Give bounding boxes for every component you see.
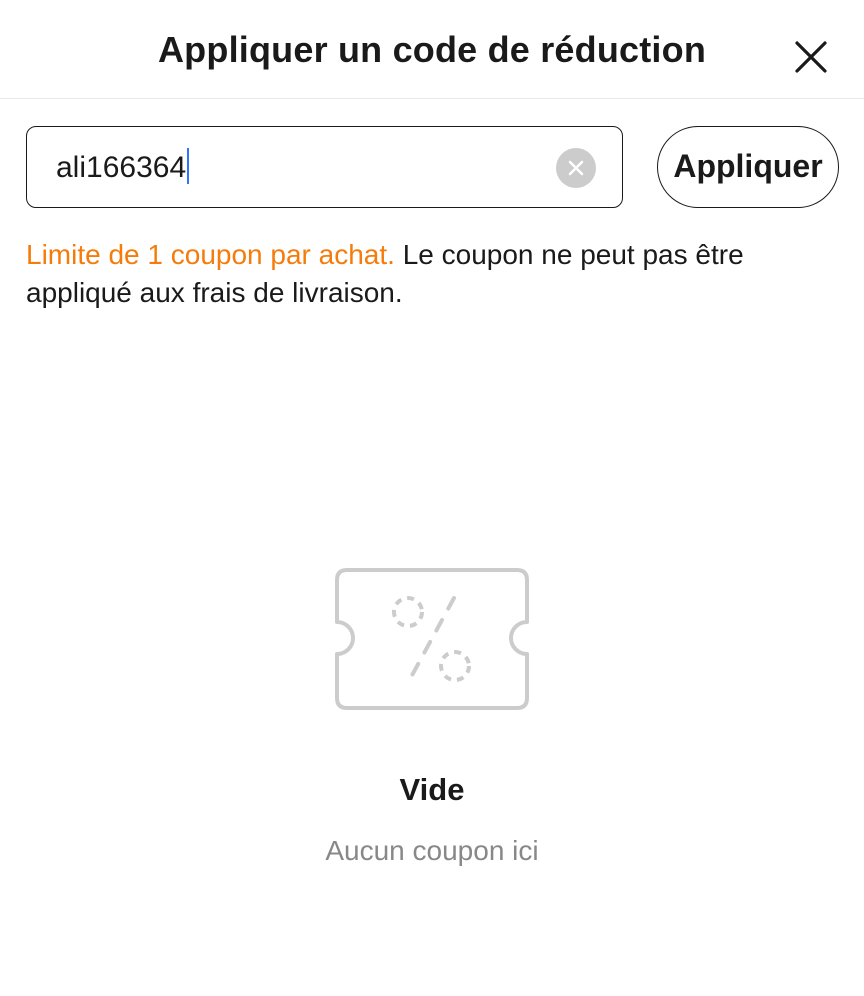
clear-circle-icon[interactable] (556, 148, 596, 188)
coupon-ticket-icon (335, 568, 529, 710)
apply-button[interactable]: Appliquer (657, 126, 839, 208)
dialog-title: Appliquer un code de réduction (157, 29, 707, 70)
coupon-code-field[interactable]: ali166364 (56, 148, 190, 187)
coupon-code-value: ali166364 (56, 151, 187, 184)
coupon-notice: Limite de 1 coupon par achat. Le coupon … (26, 236, 826, 312)
empty-state-subtitle: Aucun coupon ici (325, 835, 539, 866)
coupon-dialog: Appliquer un code de réduction ali166364… (0, 0, 864, 996)
clear-input-button[interactable] (556, 148, 596, 188)
dialog-header: Appliquer un code de réduction (0, 0, 864, 99)
coupon-code-input[interactable]: ali166364 (26, 126, 623, 208)
text-caret (187, 148, 190, 184)
close-button[interactable] (790, 36, 832, 78)
empty-state-title: Vide (399, 772, 465, 807)
coupon-limit-warning: Limite de 1 coupon par achat. (26, 239, 395, 270)
close-icon[interactable] (790, 36, 832, 78)
